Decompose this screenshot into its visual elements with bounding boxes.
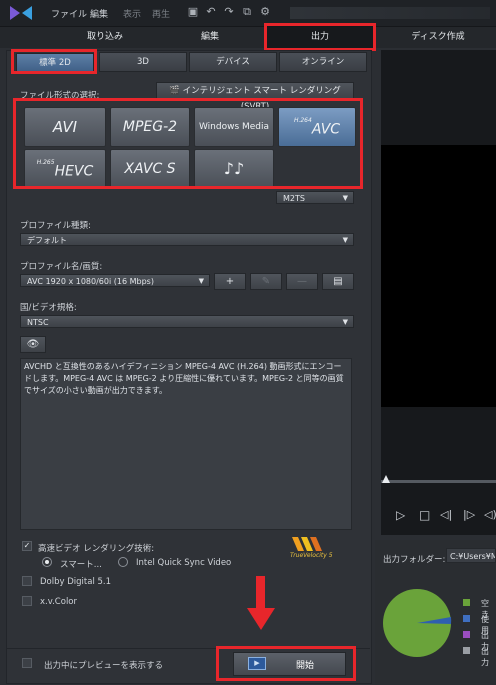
app-logo-icon	[10, 6, 32, 20]
prev-frame-icon[interactable]: ◁|	[440, 508, 452, 521]
chevron-down-icon: ▼	[342, 194, 348, 202]
dolby-label: Dolby Digital 5.1	[40, 577, 112, 587]
highlight-start	[216, 646, 356, 681]
subtab-device[interactable]: デバイス	[189, 52, 277, 72]
profile-type-value: デフォルト	[27, 236, 67, 245]
chevron-down-icon: ▼	[342, 236, 348, 244]
chevron-down-icon: ▼	[342, 318, 348, 326]
eye-icon: 👁	[26, 339, 40, 350]
legend-swatch-used	[463, 615, 470, 622]
chevron-down-icon: ▼	[198, 277, 204, 285]
xvcolor-label: x.v.Color	[40, 597, 77, 607]
menu-view[interactable]: 表示	[123, 7, 141, 20]
profile-name-dropdown[interactable]: AVC 1920 x 1080/60i (16 Mbps) ▼	[20, 274, 210, 287]
intel-label: Intel Quick Sync Video	[136, 558, 232, 568]
intel-radio[interactable]	[118, 557, 128, 567]
container-value: M2TS	[283, 194, 305, 203]
volume-icon[interactable]: ◁)	[484, 508, 496, 521]
subtab-online[interactable]: オンライン	[279, 52, 367, 72]
profile-type-label: プロファイル種類:	[20, 221, 91, 231]
profile-name-label: プロファイル名/画質:	[20, 262, 103, 272]
play-icon[interactable]: ▷	[396, 508, 405, 522]
dolby-checkbox[interactable]	[22, 576, 32, 586]
fast-render-checkbox[interactable]: ✓	[22, 541, 32, 551]
highlight-output-tab	[264, 23, 376, 51]
next-frame-icon[interactable]: |▷	[463, 508, 475, 521]
edit-profile-button[interactable]: ✎	[250, 273, 282, 290]
truevelocity-logo: TrueVelocity 5	[288, 535, 340, 561]
annotation-arrow-icon	[247, 576, 275, 630]
country-value: NTSC	[27, 318, 49, 327]
preview-label: 出力中にプレビューを表示する	[44, 661, 164, 671]
save-icon[interactable]: ▣	[186, 5, 200, 19]
redo-icon[interactable]: ↷	[222, 5, 236, 19]
preview-eye-button[interactable]: 👁	[20, 336, 46, 353]
output-folder-label: 出力フォルダー:	[383, 555, 446, 565]
country-dropdown[interactable]: NTSC ▼	[20, 315, 354, 328]
xvcolor-checkbox[interactable]	[22, 596, 32, 606]
title-area	[290, 7, 490, 19]
profile-type-dropdown[interactable]: デフォルト ▼	[20, 233, 354, 246]
menu-edit[interactable]: 編集	[90, 7, 108, 20]
menu-play[interactable]: 再生	[152, 7, 170, 20]
output-folder-field[interactable]: C:¥Users¥MY	[446, 548, 496, 563]
svrt-icon: 🎬	[169, 86, 183, 96]
capture-icon[interactable]: ⧉	[240, 5, 254, 19]
velocity-stripes-icon	[292, 537, 322, 551]
legend-swatch-free	[463, 599, 470, 606]
smart-radio[interactable]	[42, 557, 52, 567]
preview-checkbox[interactable]	[22, 658, 32, 668]
subtab-3d[interactable]: 3D	[99, 52, 187, 72]
undo-icon[interactable]: ↶	[204, 5, 218, 19]
delete-profile-button[interactable]: —	[286, 273, 318, 290]
fast-render-label: 高速ビデオ レンダリング技術:	[38, 544, 155, 554]
profile-info-button[interactable]: ▤	[322, 273, 354, 290]
format-description: AVCHD と互換性のあるハイデフィニション MPEG-4 AVC (H.264…	[20, 358, 352, 530]
profile-name-value: AVC 1920 x 1080/60i (16 Mbps)	[27, 277, 154, 286]
legend-output2: 出力	[481, 647, 489, 667]
tab-import[interactable]: 取り込み	[50, 27, 160, 48]
settings-icon[interactable]: ⚙	[258, 5, 272, 19]
tab-edit[interactable]: 編集	[160, 27, 260, 48]
country-label: 国/ビデオ規格:	[20, 303, 77, 313]
add-profile-button[interactable]: +	[214, 273, 246, 290]
velocity-label: TrueVelocity 5	[290, 552, 333, 559]
seek-handle-icon[interactable]	[382, 475, 390, 483]
container-dropdown[interactable]: M2TS ▼	[276, 191, 354, 204]
highlight-std2d	[11, 49, 97, 74]
disk-usage-pie-chart	[383, 589, 452, 657]
menu-file[interactable]: ファイル	[51, 7, 87, 20]
legend-swatch-output	[463, 631, 470, 638]
tab-disc[interactable]: ディスク作成	[380, 27, 496, 48]
highlight-formats	[13, 98, 363, 189]
video-preview	[381, 145, 496, 407]
smart-label: スマート...	[60, 560, 102, 570]
stop-icon[interactable]: □	[419, 508, 430, 522]
legend-swatch-output2	[463, 647, 470, 654]
seek-bar[interactable]	[381, 480, 496, 483]
